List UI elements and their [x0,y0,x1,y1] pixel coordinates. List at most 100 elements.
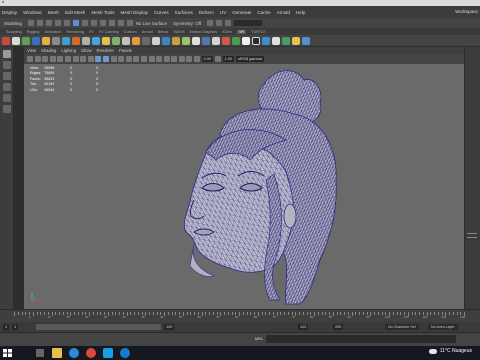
smooth-shade-icon[interactable] [102,56,109,62]
menu-mesh[interactable]: Mesh [48,10,59,15]
menu-surfaces[interactable]: Surfaces [175,10,193,15]
textured-icon[interactable] [118,56,125,62]
shelf-tool-icon-15[interactable] [142,36,150,45]
backface-icon[interactable] [194,56,201,62]
time-slider[interactable]: 5 10 15 20 25 30 35 40 45 50 55 60 65 70 75 80 85 90 95 100… [0,309,480,322]
panel-menu-lighting[interactable]: Lighting [61,48,76,53]
wireframe-icon[interactable] [95,56,102,62]
shelf-tool-icon-28[interactable] [272,36,280,45]
shelf-tool-icon-26[interactable] [252,36,260,45]
tab-rigging[interactable]: Rigging [27,30,40,34]
grid-icon[interactable] [57,56,64,62]
resolution-gate-icon[interactable] [72,56,79,62]
tab-vr[interactable]: VR [236,29,247,34]
weather-label[interactable]: 11°C Nuageux [440,348,472,354]
shelf-tool-icon-9[interactable] [82,36,90,45]
range-end-field[interactable]: 120 [298,324,309,330]
range-max-field[interactable]: 200 [333,324,344,330]
gamma-field[interactable]: 1.00 [222,56,235,62]
menu-set-dropdown[interactable]: Modeling [4,21,22,26]
menu-cache[interactable]: Cache [257,10,270,15]
shelf-tool-icon-5[interactable] [42,36,50,45]
select-tool-icon[interactable] [2,50,11,58]
depth-of-field-icon[interactable] [163,56,170,62]
shelf-tool-icon-18[interactable] [172,36,180,45]
shelf-tool-icon-19[interactable] [182,36,190,45]
panel-menu-view[interactable]: View [27,48,36,53]
move-tool-icon[interactable] [2,83,11,91]
menu-mesh-tools[interactable]: Mesh Tools [91,10,114,15]
select-hierarchy-icon[interactable] [72,20,79,26]
shelf-tool-icon-4[interactable] [32,36,40,45]
tab-rendering[interactable]: Rendering [66,30,84,34]
shelf-tool-icon-2[interactable] [12,36,20,45]
anim-layer-dropdown[interactable]: No Anim Layer [428,324,458,330]
camera-attributes-icon[interactable] [34,56,41,62]
snap-curve-icon[interactable] [108,20,115,26]
panel-menu-panels[interactable]: Panels [119,48,132,53]
outliner-strip[interactable] [14,47,24,309]
field-chart-icon[interactable] [87,56,94,62]
select-component-icon[interactable] [90,20,97,26]
xray-joints-icon[interactable] [186,56,193,62]
shelf-tool-icon-8[interactable] [72,36,80,45]
menu-curves[interactable]: Curves [154,10,169,15]
file-explorer-icon[interactable] [52,348,62,358]
workspace-label[interactable]: Workspace [455,9,478,14]
redo-icon[interactable] [63,20,70,26]
shelf-tool-icon-16[interactable] [152,36,160,45]
bookmark-icon[interactable] [42,56,49,62]
shelf-tool-icon-20[interactable] [192,36,200,45]
shelf-tool-icon-7[interactable] [62,36,70,45]
image-plane-icon[interactable] [49,56,56,62]
ambient-occlusion-icon[interactable] [140,56,147,62]
film-gate-icon[interactable] [64,56,71,62]
render-settings-icon[interactable] [225,20,232,26]
gamma-icon[interactable] [215,56,222,62]
tab-animation[interactable]: Animation [45,30,62,34]
menu-display[interactable]: Display [2,10,17,15]
shelf-tool-icon-24[interactable] [232,36,240,45]
shelf-tool-icon-14[interactable] [132,36,140,45]
shelf-tool-icon-29[interactable] [282,36,290,45]
tab-mash[interactable]: MASH [173,30,184,34]
menu-uv[interactable]: UV [220,10,226,15]
range-start-field[interactable]: 1 [3,324,10,330]
tab-fx-caching[interactable]: FX Caching [99,30,119,34]
paint-select-tool-icon[interactable] [2,72,11,80]
snap-point-icon[interactable] [117,20,124,26]
chrome-icon[interactable] [69,348,79,358]
tab-fx[interactable]: FX [89,30,94,34]
use-lights-icon[interactable] [125,56,132,62]
shelf-tool-icon-22[interactable] [212,36,220,45]
wireframe-head-model[interactable] [124,64,384,309]
menu-windows[interactable]: Windows [23,10,42,15]
mel-tag[interactable]: MEL [255,336,263,341]
save-scene-icon[interactable] [45,20,52,26]
shelf-tool-icon-27[interactable] [262,36,270,45]
shelf-tool-icon-13[interactable] [122,36,130,45]
tab-turtle[interactable]: TURTLE [251,30,266,34]
menu-mesh-display[interactable]: Mesh Display [121,10,149,15]
menu-arnold[interactable]: Arnold [277,10,290,15]
lasso-tool-icon[interactable] [2,61,11,69]
shelf-tool-icon-21[interactable] [202,36,210,45]
select-object-icon[interactable] [81,20,88,26]
shelf-tool-icon-12[interactable] [112,36,120,45]
range-slider[interactable] [36,324,161,330]
snap-grid-icon[interactable] [99,20,106,26]
tab-custom[interactable]: Custom [124,30,137,34]
exposure-field[interactable]: 0.00 [201,56,214,62]
menu-help[interactable]: Help [296,10,305,15]
panel-menu-shading[interactable]: Shading [41,48,56,53]
xray-icon[interactable] [178,56,185,62]
shelf-tool-icon-31[interactable] [302,36,310,45]
shelf-tool-icon-17[interactable] [162,36,170,45]
shelf-tool-icon-6[interactable] [52,36,60,45]
range-inner-end-field[interactable]: 120 [164,324,175,330]
range-inner-start-field[interactable]: 1 [12,324,19,330]
isolate-select-icon[interactable] [171,56,178,62]
anti-aliasing-icon[interactable] [156,56,163,62]
tab-bifrost[interactable]: Bifrost [158,30,169,34]
tab-sculpting[interactable]: Sculpting [6,30,22,34]
